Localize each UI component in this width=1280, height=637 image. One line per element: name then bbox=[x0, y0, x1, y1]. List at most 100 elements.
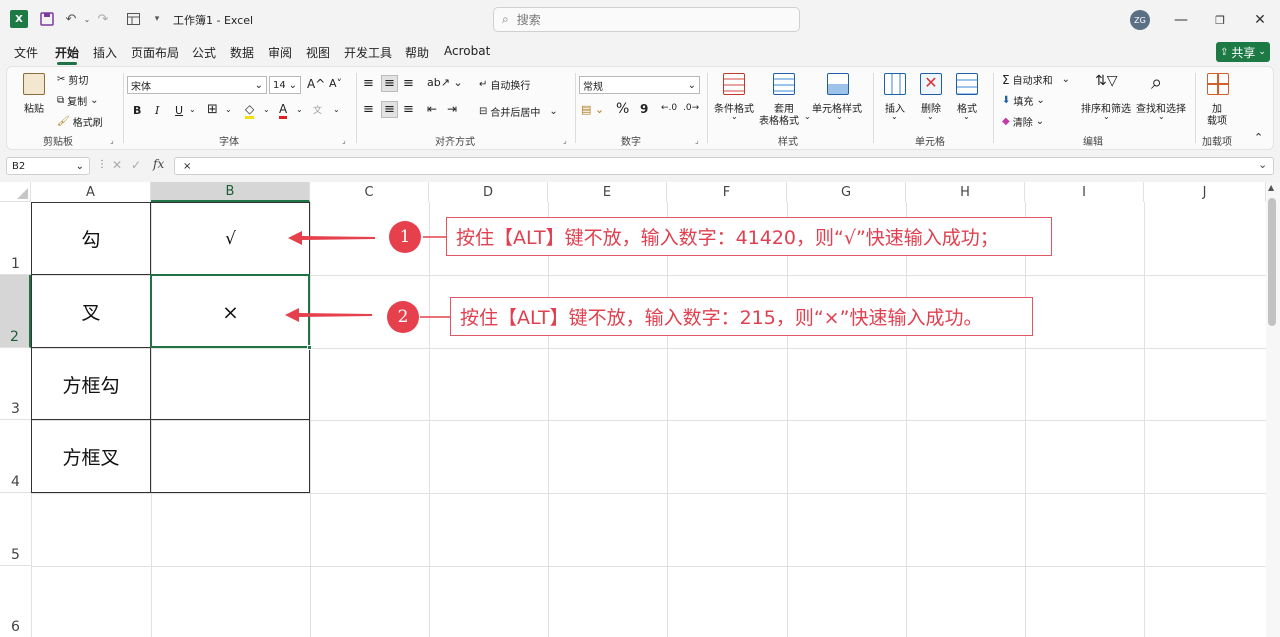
tab-formulas[interactable]: 公式 bbox=[192, 44, 216, 61]
align-top-icon[interactable]: ≡ bbox=[363, 76, 374, 91]
cell-a1[interactable]: 勾 bbox=[31, 202, 151, 275]
align-bottom-icon[interactable]: ≡ bbox=[403, 76, 414, 91]
tab-file[interactable]: 文件 bbox=[14, 44, 38, 61]
row-header-6[interactable]: 6 bbox=[0, 566, 31, 637]
column-header-f[interactable]: F bbox=[667, 182, 787, 202]
column-header-h[interactable]: H bbox=[906, 182, 1025, 202]
conditional-formatting-icon[interactable] bbox=[723, 73, 745, 95]
cut-button[interactable]: ✂ 剪切 bbox=[57, 72, 88, 87]
italic-button[interactable]: I bbox=[155, 104, 159, 117]
percent-button[interactable]: % bbox=[616, 101, 629, 117]
tab-page-layout[interactable]: 页面布局 bbox=[131, 44, 179, 61]
format-as-table-icon[interactable] bbox=[773, 73, 795, 95]
increase-indent-icon[interactable]: ⇥ bbox=[447, 102, 457, 116]
expand-formula-icon[interactable]: ⌄ bbox=[1258, 158, 1267, 171]
shrink-font-button[interactable]: A˅ bbox=[329, 77, 342, 90]
fill-color-icon[interactable]: ◇ bbox=[245, 102, 255, 119]
fill-handle[interactable] bbox=[307, 345, 312, 350]
clipboard-launcher-icon[interactable]: ⌟ bbox=[110, 136, 114, 145]
row-header-3[interactable]: 3 bbox=[0, 348, 31, 420]
close-icon[interactable]: ✕ bbox=[1250, 10, 1270, 30]
align-right-icon[interactable]: ≡ bbox=[403, 102, 414, 117]
increase-decimal-icon[interactable]: ←.0 bbox=[661, 103, 677, 113]
decrease-indent-icon[interactable]: ⇤ bbox=[427, 102, 437, 116]
underline-dropdown-icon[interactable]: ⌄ bbox=[189, 105, 196, 114]
paste-icon[interactable] bbox=[23, 73, 45, 95]
collapse-ribbon-icon[interactable]: ⌃ bbox=[1254, 131, 1263, 144]
underline-button[interactable]: U bbox=[175, 104, 183, 117]
cell-a4[interactable]: 方框叉 bbox=[31, 420, 151, 493]
grow-font-button[interactable]: A^ bbox=[307, 77, 325, 91]
tab-review[interactable]: 审阅 bbox=[268, 44, 292, 61]
add-ins-icon[interactable] bbox=[1207, 73, 1229, 95]
minimize-icon[interactable]: — bbox=[1171, 10, 1191, 30]
fill-color-dropdown-icon[interactable]: ⌄ bbox=[263, 105, 270, 114]
tab-data[interactable]: 数据 bbox=[230, 44, 254, 61]
wrap-text-button[interactable]: ↵ 自动换行 bbox=[479, 77, 530, 92]
select-all-button[interactable] bbox=[0, 182, 31, 202]
tab-developer[interactable]: 开发工具 bbox=[344, 44, 392, 61]
tab-acrobat[interactable]: Acrobat bbox=[444, 44, 490, 58]
font-color-icon[interactable]: A bbox=[279, 102, 288, 119]
more-options-icon[interactable]: ⋮ bbox=[97, 159, 107, 170]
clear-button[interactable]: ◆ 清除 ⌄ bbox=[1002, 114, 1044, 129]
row-header-2[interactable]: 2 bbox=[0, 275, 31, 348]
cell-a3[interactable]: 方框勾 bbox=[31, 348, 151, 420]
bold-button[interactable]: B bbox=[133, 104, 141, 117]
number-launcher-icon[interactable]: ⌟ bbox=[695, 136, 699, 145]
orientation-icon[interactable]: ab↗ ⌄ bbox=[427, 76, 463, 89]
column-header-d[interactable]: D bbox=[429, 182, 548, 202]
merge-center-button[interactable]: ⊟ 合并后居中 ⌄ bbox=[479, 104, 558, 119]
fill-button[interactable]: ⬇ 填充 ⌄ bbox=[1002, 93, 1045, 108]
customize-qat-icon[interactable]: ▾ bbox=[148, 10, 166, 28]
align-center-icon[interactable]: ≡ bbox=[381, 101, 398, 118]
autosum-button[interactable]: Σ 自动求和 ⌄ bbox=[1002, 72, 1070, 88]
tab-view[interactable]: 视图 bbox=[306, 44, 330, 61]
column-header-b[interactable]: B bbox=[151, 182, 310, 202]
share-button[interactable]: ⇪ 共享 ⌄ bbox=[1216, 42, 1270, 62]
phonetic-dropdown-icon[interactable]: ⌄ bbox=[333, 105, 340, 114]
formula-input[interactable]: × bbox=[174, 157, 1274, 175]
cell-b3[interactable] bbox=[151, 348, 310, 420]
insert-cells-icon[interactable] bbox=[884, 73, 906, 95]
font-launcher-icon[interactable]: ⌟ bbox=[342, 136, 346, 145]
column-header-i[interactable]: I bbox=[1025, 182, 1144, 202]
paste-button[interactable]: 粘贴 bbox=[24, 100, 44, 115]
cancel-icon[interactable]: ✕ bbox=[112, 158, 122, 172]
cell-styles-icon[interactable] bbox=[827, 73, 849, 95]
enter-icon[interactable]: ✓ bbox=[131, 158, 141, 172]
align-middle-icon[interactable]: ≡ bbox=[381, 75, 398, 92]
tab-help[interactable]: 帮助 bbox=[405, 44, 429, 61]
column-header-a[interactable]: A bbox=[31, 182, 151, 202]
save-icon[interactable] bbox=[38, 10, 56, 28]
borders-dropdown-icon[interactable]: ⌄ bbox=[225, 105, 232, 114]
column-header-e[interactable]: E bbox=[548, 182, 667, 202]
align-left-icon[interactable]: ≡ bbox=[363, 102, 374, 117]
row-header-5[interactable]: 5 bbox=[0, 493, 31, 566]
row-header-1[interactable]: 1 bbox=[0, 202, 31, 275]
column-header-j[interactable]: J bbox=[1144, 182, 1266, 202]
format-cells-icon[interactable] bbox=[956, 73, 978, 95]
column-header-c[interactable]: C bbox=[310, 182, 429, 202]
copy-button[interactable]: ⧉ 复制 ⌄ bbox=[57, 93, 99, 108]
font-size-select[interactable]: 14 ⌄ bbox=[269, 76, 301, 94]
decrease-decimal-icon[interactable]: .0→ bbox=[683, 103, 699, 113]
cell-b4[interactable] bbox=[151, 420, 310, 493]
alignment-launcher-icon[interactable]: ⌟ bbox=[563, 136, 567, 145]
tab-insert[interactable]: 插入 bbox=[93, 44, 117, 61]
column-header-g[interactable]: G bbox=[787, 182, 906, 202]
row-header-4[interactable]: 4 bbox=[0, 420, 31, 493]
format-painter-button[interactable]: 🖌 格式刷 bbox=[57, 114, 103, 129]
phonetic-icon[interactable]: 文 bbox=[313, 103, 322, 116]
scrollbar-thumb[interactable] bbox=[1268, 198, 1276, 326]
insert-function-button[interactable]: fx bbox=[153, 157, 164, 171]
cell-a2[interactable]: 叉 bbox=[31, 275, 151, 348]
accounting-format-icon[interactable]: ▤ ⌄ bbox=[581, 103, 604, 116]
font-color-dropdown-icon[interactable]: ⌄ bbox=[296, 105, 303, 114]
scroll-up-icon[interactable]: ▲ bbox=[1268, 183, 1274, 192]
comma-style-button[interactable]: 9 bbox=[640, 102, 648, 116]
avatar[interactable]: ZG bbox=[1130, 10, 1150, 30]
form-icon[interactable] bbox=[124, 10, 142, 28]
search-box[interactable]: ⌕ 搜索 bbox=[493, 7, 800, 32]
redo-icon[interactable]: ↷ bbox=[94, 10, 112, 28]
